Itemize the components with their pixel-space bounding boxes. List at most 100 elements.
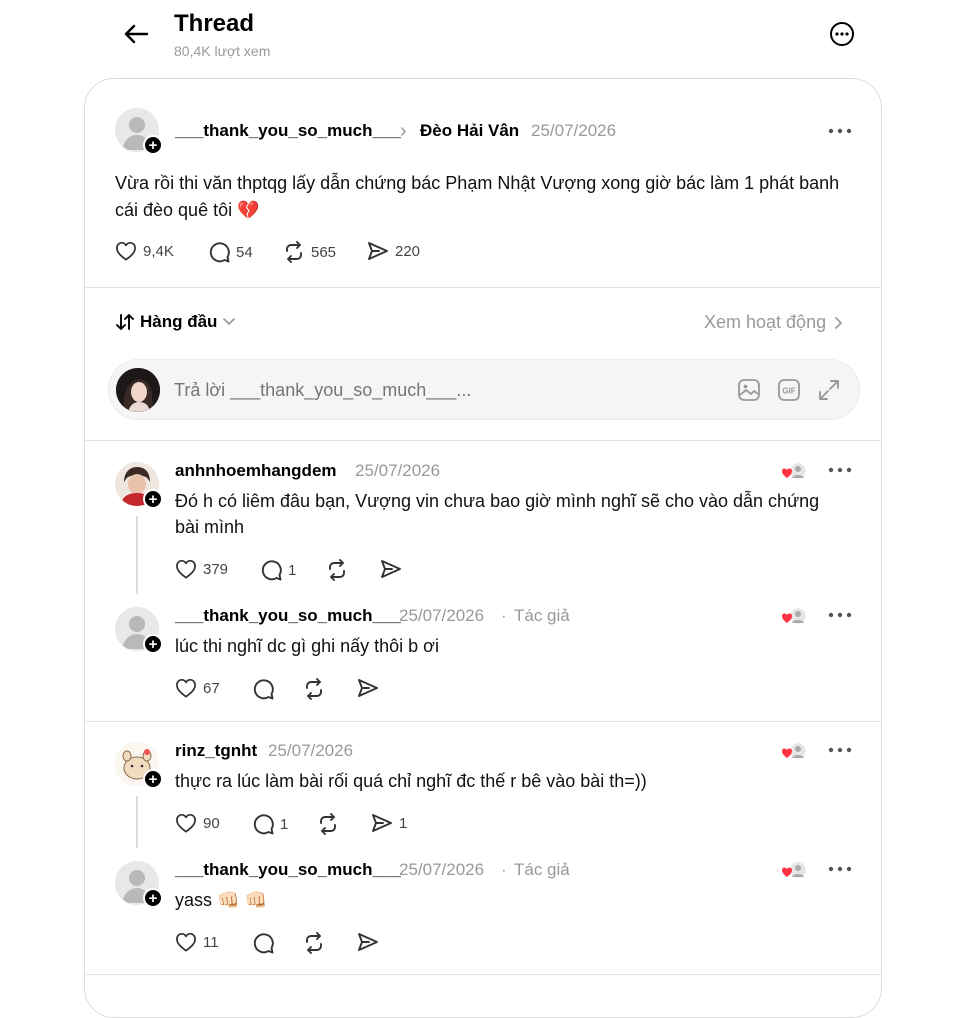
thread-connector-line	[136, 796, 138, 848]
more-dots-icon	[828, 128, 852, 134]
svg-text:GIF: GIF	[782, 387, 795, 396]
liked-by-author-icon	[781, 741, 809, 761]
like-count: 9,4K	[143, 242, 174, 260]
plus-icon: +	[148, 136, 158, 154]
reply-text: yass 👊🏻 👊🏻	[175, 887, 845, 913]
expand-composer-button[interactable]	[817, 378, 841, 402]
comment-icon	[209, 242, 230, 263]
sort-icon	[116, 314, 134, 330]
heart-icon	[116, 241, 136, 261]
attach-gif-button[interactable]: GIF	[777, 378, 801, 402]
follow-plus-button[interactable]: +	[143, 634, 163, 654]
comment-button[interactable]: 1	[252, 813, 288, 835]
liked-by-author-icon	[781, 606, 809, 626]
divider	[85, 440, 882, 441]
fist-emoji: 👊🏻 👊🏻	[217, 890, 267, 910]
post-date: 25/07/2026	[531, 121, 617, 140]
image-icon	[738, 379, 760, 401]
reply-date: 25/07/2026	[399, 606, 485, 625]
view-activity-label: Xem hoạt động	[704, 312, 827, 332]
like-button[interactable]: 379	[175, 559, 228, 579]
share-button[interactable]	[357, 678, 379, 698]
back-arrow-icon	[124, 24, 149, 44]
heart-icon	[176, 678, 196, 698]
reply-username[interactable]: anhnhoemhangdem	[175, 461, 337, 481]
broken-heart-emoji: 💔	[237, 200, 260, 220]
comment-button[interactable]: 1	[260, 559, 296, 581]
share-button[interactable]: 1	[371, 813, 407, 833]
comment-button[interactable]	[252, 932, 274, 954]
comment-count: 54	[236, 243, 253, 261]
reply-text: Đó h có liêm đâu bạn, Vượng vin chưa bao…	[175, 491, 820, 537]
author-tag: Tác giả	[514, 606, 570, 625]
repost-button[interactable]	[303, 932, 325, 954]
reply-username[interactable]: ___thank_you_so_much___	[175, 606, 401, 626]
heart-icon	[176, 813, 196, 833]
like-count: 67	[203, 679, 220, 697]
plus-icon: +	[148, 635, 158, 653]
comment-icon	[253, 933, 274, 954]
page-title: Thread	[174, 10, 255, 37]
post-more-button[interactable]	[826, 124, 854, 138]
like-button[interactable]: 67	[175, 678, 220, 698]
attach-image-button[interactable]	[737, 378, 761, 402]
reply-date: 25/07/2026	[268, 741, 354, 760]
view-activity-link[interactable]: Xem hoạt động	[704, 312, 844, 333]
reply-username[interactable]: rinz_tgnht	[175, 741, 257, 761]
share-count: 1	[399, 814, 408, 832]
follow-plus-button[interactable]: +	[143, 888, 163, 908]
share-button[interactable]	[357, 932, 379, 952]
liked-by-author-icon	[781, 461, 809, 481]
repost-button[interactable]	[326, 559, 348, 581]
chevron-down-icon	[223, 318, 236, 325]
expand-icon	[819, 380, 839, 400]
share-button[interactable]	[380, 559, 402, 579]
sort-label: Hàng đầu	[140, 312, 218, 331]
divider	[85, 287, 882, 288]
follow-plus-button[interactable]: +	[143, 489, 163, 509]
follow-plus-button[interactable]: +	[143, 135, 163, 155]
repost-button[interactable]: 565	[283, 241, 336, 263]
post-username[interactable]: ___thank_you_so_much___	[175, 121, 401, 141]
repost-count: 565	[311, 243, 337, 261]
like-button[interactable]: 90	[175, 813, 220, 833]
reply-more-button[interactable]	[826, 862, 854, 876]
thread-connector-line	[136, 516, 138, 594]
follow-plus-button[interactable]: +	[143, 769, 163, 789]
gif-icon: GIF	[778, 379, 800, 401]
reply-more-button[interactable]	[826, 463, 854, 477]
more-dots-icon	[828, 866, 852, 872]
share-icon	[372, 814, 392, 832]
reply-date: 25/07/2026	[399, 860, 485, 879]
share-icon	[368, 242, 388, 260]
repost-icon	[320, 813, 336, 835]
like-button[interactable]: 11	[175, 932, 219, 952]
author-tag: Tác giả	[514, 860, 570, 879]
sort-dropdown[interactable]: Hàng đầu	[115, 312, 236, 332]
thread-options-button[interactable]	[826, 18, 858, 50]
share-icon	[358, 933, 378, 951]
like-button[interactable]: 9,4K	[115, 241, 174, 261]
reply-text: thực ra lúc làm bài rối quá chỉ nghĩ đc …	[175, 771, 647, 791]
reply-username[interactable]: ___thank_you_so_much___	[175, 860, 401, 880]
comment-button[interactable]: 54	[208, 241, 253, 263]
share-button[interactable]: 220	[367, 241, 420, 261]
chevron-right-icon: ›	[400, 120, 407, 142]
comment-icon	[261, 560, 282, 581]
share-icon	[358, 679, 378, 697]
meta-separator: ·	[501, 606, 507, 625]
like-count: 90	[203, 814, 220, 832]
post-location[interactable]: Đèo Hải Vân	[420, 121, 519, 141]
like-count: 11	[203, 933, 219, 951]
repost-button[interactable]	[317, 813, 339, 835]
back-button[interactable]	[118, 18, 154, 50]
divider	[85, 974, 882, 975]
repost-button[interactable]	[303, 678, 325, 700]
reply-more-button[interactable]	[826, 743, 854, 757]
repost-icon	[306, 932, 322, 954]
reply-more-button[interactable]	[826, 608, 854, 622]
reply-input[interactable]	[174, 375, 674, 405]
meta-separator: ·	[501, 860, 507, 879]
comment-button[interactable]	[252, 678, 274, 700]
current-user-avatar	[116, 368, 160, 412]
